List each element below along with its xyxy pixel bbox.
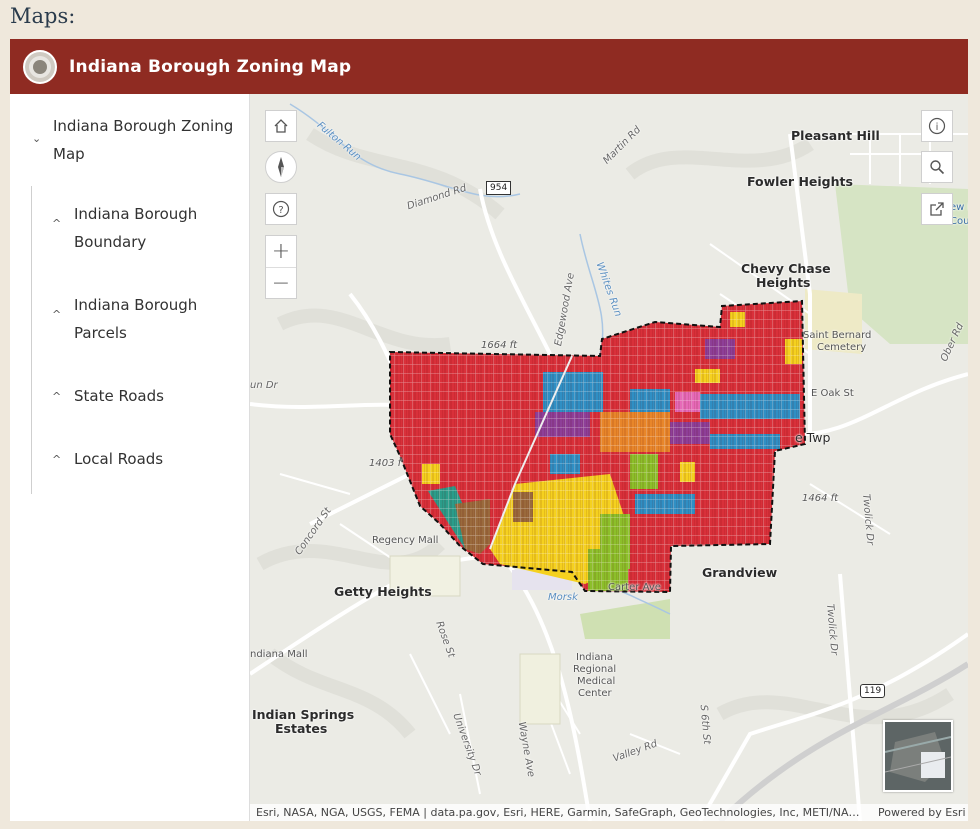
map-label-cemetery: Cemetery xyxy=(817,342,867,353)
map-label-carter: Carter Ave xyxy=(608,582,661,593)
layer-item-label: State Roads xyxy=(74,387,164,405)
route-shield-954: 954 xyxy=(486,181,512,195)
chevron-up-icon[interactable]: ^ xyxy=(52,390,61,403)
chevron-down-icon[interactable]: ⌄ xyxy=(32,132,41,145)
chevron-up-icon[interactable]: ^ xyxy=(52,308,61,321)
map-view[interactable]: Pleasant Hill Fowler Heights Chevy Chase… xyxy=(250,94,968,821)
map-label-hospital-1: Indiana xyxy=(576,652,614,663)
page-heading: Maps: xyxy=(10,4,76,28)
info-button[interactable]: i xyxy=(921,110,953,142)
map-label-elevation-1664: 1664 ft xyxy=(481,340,518,351)
map-label-chevy-chase: Chevy Chase xyxy=(741,261,831,276)
map-label-regency-mall: Regency Mall xyxy=(372,535,439,546)
compass-button[interactable] xyxy=(265,151,297,183)
map-label-e-oak-st: E Oak St xyxy=(811,388,854,399)
chevron-up-icon[interactable]: ^ xyxy=(52,217,61,230)
map-label-pleasant-hill: Pleasant Hill xyxy=(791,128,880,143)
info-icon: i xyxy=(928,117,946,135)
layer-group-label: Indiana Borough Zoning Map xyxy=(53,117,234,163)
help-button[interactable]: ? xyxy=(265,193,297,225)
map-label-twp: e Twp xyxy=(795,430,831,445)
layer-list-panel: ⌄ Indiana Borough Zoning Map ^ Indiana B… xyxy=(10,94,250,821)
powered-by-esri[interactable]: Powered by Esri xyxy=(872,806,968,819)
zoom-in-button[interactable]: + xyxy=(266,236,296,267)
basemap-svg[interactable] xyxy=(250,94,968,821)
share-icon xyxy=(930,202,944,216)
share-button[interactable] xyxy=(921,193,953,225)
overview-imagery xyxy=(884,722,952,790)
map-label-hospital-4: Center xyxy=(578,688,612,699)
search-button[interactable] xyxy=(921,151,953,183)
map-label-morsk: Morsk xyxy=(548,592,578,603)
search-icon xyxy=(930,160,945,175)
map-label-elevation-1464: 1464 ft xyxy=(802,493,839,504)
map-label-chevy-chase-heights: Heights xyxy=(756,275,811,290)
chevron-up-icon[interactable]: ^ xyxy=(52,453,61,466)
attribution-text[interactable]: Esri, NASA, NGA, USGS, FEMA | data.pa.go… xyxy=(250,806,872,819)
map-label-grandview: Grandview xyxy=(702,565,778,580)
layer-item-label: Indiana Borough Boundary xyxy=(74,205,198,251)
svg-text:i: i xyxy=(936,122,939,133)
compass-icon xyxy=(278,157,284,177)
home-icon xyxy=(274,119,288,133)
zoom-controls: + − xyxy=(265,235,297,299)
svg-text:?: ? xyxy=(278,205,283,216)
map-label-hospital-2: Regional xyxy=(573,664,617,675)
map-label-getty-heights: Getty Heights xyxy=(334,584,432,599)
hospital-building xyxy=(519,653,561,725)
route-shield-119: 119 xyxy=(860,684,886,698)
zoom-out-button[interactable]: − xyxy=(266,267,296,299)
map-label-saint-bernard: Saint Bernard xyxy=(803,330,872,341)
borough-seal-logo xyxy=(23,49,57,84)
app-header: Indiana Borough Zoning Map xyxy=(10,39,968,94)
map-attribution-bar: Esri, NASA, NGA, USGS, FEMA | data.pa.go… xyxy=(250,804,968,821)
map-label-indiana-mall: ndiana Mall xyxy=(250,649,308,660)
map-label-un-dr: un Dr xyxy=(250,380,278,391)
home-button[interactable] xyxy=(265,110,297,142)
map-label-hospital-3: Medical xyxy=(577,676,616,687)
help-icon: ? xyxy=(272,200,290,218)
map-label-estates: Estates xyxy=(275,721,328,736)
map-label-fowler-heights: Fowler Heights xyxy=(747,174,853,189)
overview-map-thumbnail[interactable] xyxy=(883,720,953,792)
group-divider-line xyxy=(31,186,32,494)
layer-item-label: Indiana Borough Parcels xyxy=(74,296,198,342)
map-label-indian-springs: Indian Springs xyxy=(252,707,355,722)
map-label-elevation-1403: 1403 f xyxy=(369,458,402,469)
app-title: Indiana Borough Zoning Map xyxy=(69,56,352,77)
layer-item-label: Local Roads xyxy=(74,450,164,468)
